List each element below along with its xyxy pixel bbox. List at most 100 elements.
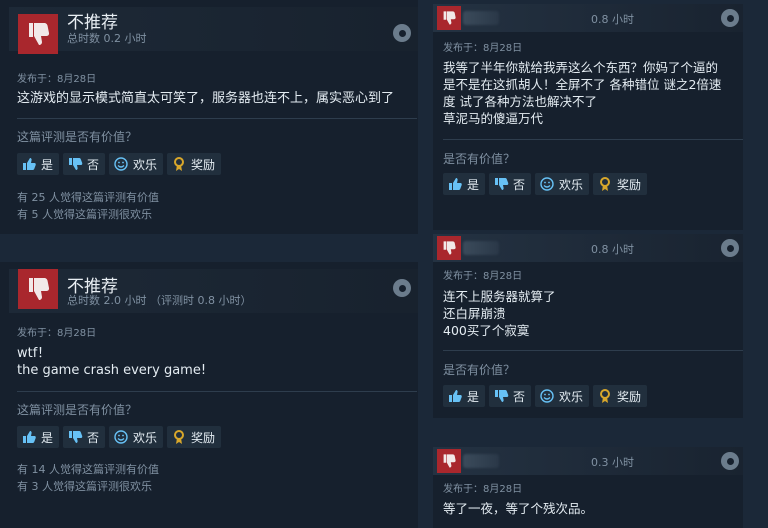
- vote-funny-label: 欢乐: [559, 389, 584, 404]
- review-text: 等了一夜，等了个残次品。: [443, 500, 593, 517]
- award-button[interactable]: 奖励: [593, 385, 648, 407]
- review-line: 我等了半年你就给我弄这么个东西？你妈了个逼的: [443, 60, 719, 75]
- review-date: 发布于：8月28日: [443, 271, 523, 282]
- steam-icon: [721, 239, 739, 257]
- vote-yes-button[interactable]: 是: [17, 153, 60, 175]
- vote-funny-label: 欢乐: [133, 430, 158, 445]
- review-hours: 总时数 2.0 小时 （评测时 0.8 小时）: [67, 294, 252, 307]
- vote-yes-label: 是: [41, 157, 54, 172]
- review-card: 0.8 小时 发布于：8月28日 连不上服务器就算了 还白屏崩溃 400买了个寂…: [433, 234, 743, 418]
- review-hours: 0.8 小时: [591, 243, 634, 256]
- review-card: 不推荐 总时数 2.0 小时 （评测时 0.8 小时） 发布于：8月28日 wt…: [0, 262, 418, 528]
- review-card: 0.8 小时 发布于：8月28日 我等了半年你就给我弄这么个东西？你妈了个逼的 …: [433, 4, 743, 230]
- review-line: wtf！: [17, 346, 51, 361]
- divider: [443, 350, 743, 351]
- vote-funny-button[interactable]: 欢乐: [535, 173, 590, 195]
- vote-no-button[interactable]: 否: [63, 426, 106, 448]
- steam-icon: [393, 279, 411, 297]
- review-text: 我等了半年你就给我弄这么个东西？你妈了个逼的 是不是在这抓胡人！全屏不了 各种错…: [443, 59, 721, 127]
- award-button[interactable]: 奖励: [167, 426, 222, 448]
- author-name-redacted: [463, 11, 499, 25]
- steam-icon: [721, 452, 739, 470]
- thumbs-down-icon: [67, 429, 83, 445]
- award-button[interactable]: 奖励: [593, 173, 648, 195]
- review-line: 度 试了各种方法也解决不了: [443, 94, 597, 109]
- helpful-count: 有 14 人觉得这篇评测有价值: [17, 463, 159, 476]
- author-name-redacted: [463, 454, 499, 468]
- review-card: 不推荐 总时数 0.2 小时 发布于：8月28日 这游戏的显示模式简直太可笑了，…: [0, 0, 418, 234]
- thumbs-down-icon: [437, 236, 461, 260]
- review-line: 草泥马的傻逼万代: [443, 111, 544, 126]
- steam-icon: [393, 24, 411, 42]
- vote-buttons: 是 否 欢乐 奖励: [443, 385, 648, 407]
- vote-yes-button[interactable]: 是: [17, 426, 60, 448]
- helpful-count: 有 25 人觉得这篇评测有价值: [17, 191, 159, 204]
- vote-no-label: 否: [87, 157, 100, 172]
- thumbs-down-icon: [493, 176, 509, 192]
- award-label: 奖励: [617, 389, 642, 404]
- thumbs-up-icon: [21, 156, 37, 172]
- review-hours: 0.3 小时: [591, 456, 634, 469]
- award-label: 奖励: [191, 430, 216, 445]
- review-text: 连不上服务器就算了 还白屏崩溃 400买了个寂寞: [443, 288, 556, 339]
- award-label: 奖励: [617, 177, 642, 192]
- vote-no-button[interactable]: 否: [489, 173, 532, 195]
- award-button[interactable]: 奖励: [167, 153, 222, 175]
- review-hours: 总时数 0.2 小时: [67, 32, 147, 45]
- thumbs-down-icon: [18, 269, 58, 309]
- funny-count: 有 3 人觉得这篇评测很欢乐: [17, 480, 152, 493]
- vote-yes-label: 是: [467, 389, 480, 404]
- helpful-question: 这篇评测是否有价值？: [17, 403, 138, 417]
- thumbs-down-icon: [437, 6, 461, 30]
- review-line: 等了一夜，等了个残次品。: [443, 501, 594, 516]
- thumbs-down-icon: [18, 14, 58, 54]
- author-name-redacted: [463, 241, 499, 255]
- vote-yes-button[interactable]: 是: [443, 173, 486, 195]
- thumbs-down-icon: [437, 449, 461, 473]
- vote-funny-button[interactable]: 欢乐: [535, 385, 590, 407]
- award-label: 奖励: [191, 157, 216, 172]
- vote-buttons: 是 否 欢乐 奖励: [17, 153, 222, 175]
- review-text: wtf！ the game crash every game!: [17, 345, 206, 379]
- vote-no-label: 否: [87, 430, 100, 445]
- vote-yes-button[interactable]: 是: [443, 385, 486, 407]
- divider: [17, 118, 417, 119]
- review-text: 这游戏的显示模式简直太可笑了，服务器也连不上，属实恶心到了: [17, 90, 394, 107]
- award-icon: [597, 176, 613, 192]
- thumbs-down-icon: [67, 156, 83, 172]
- vote-no-button[interactable]: 否: [63, 153, 106, 175]
- review-stats: 有 14 人觉得这篇评测有价值 有 3 人觉得这篇评测很欢乐: [17, 461, 159, 495]
- vote-funny-button[interactable]: 欢乐: [109, 426, 164, 448]
- review-date: 发布于：8月28日: [443, 484, 523, 495]
- vote-funny-label: 欢乐: [133, 157, 158, 172]
- smiley-icon: [539, 388, 555, 404]
- review-hours: 0.8 小时: [591, 13, 634, 26]
- vote-no-label: 否: [513, 389, 526, 404]
- award-icon: [171, 429, 187, 445]
- vote-buttons: 是 否 欢乐 奖励: [443, 173, 648, 195]
- vote-yes-label: 是: [41, 430, 54, 445]
- helpful-question: 是否有价值？: [443, 363, 516, 377]
- review-date: 发布于：8月28日: [17, 328, 97, 339]
- helpful-question: 这篇评测是否有价值？: [17, 130, 138, 144]
- award-icon: [597, 388, 613, 404]
- review-line: 连不上服务器就算了: [443, 289, 556, 304]
- vote-funny-label: 欢乐: [559, 177, 584, 192]
- steam-icon: [721, 9, 739, 27]
- review-date: 发布于：8月28日: [443, 43, 523, 54]
- helpful-question: 是否有价值？: [443, 152, 516, 166]
- review-line: 还白屏崩溃: [443, 306, 506, 321]
- funny-count: 有 5 人觉得这篇评测很欢乐: [17, 208, 152, 221]
- vote-no-button[interactable]: 否: [489, 385, 532, 407]
- thumbs-up-icon: [21, 429, 37, 445]
- smiley-icon: [539, 176, 555, 192]
- vote-no-label: 否: [513, 177, 526, 192]
- review-line: 这游戏的显示模式简直太可笑了，服务器也连不上，属实恶心到了: [17, 91, 395, 106]
- vote-funny-button[interactable]: 欢乐: [109, 153, 164, 175]
- review-line: 是不是在这抓胡人！全屏不了 各种错位 谜之2倍速: [443, 77, 722, 92]
- smiley-icon: [113, 156, 129, 172]
- divider: [443, 139, 743, 140]
- divider: [17, 391, 417, 392]
- thumbs-up-icon: [447, 388, 463, 404]
- award-icon: [171, 156, 187, 172]
